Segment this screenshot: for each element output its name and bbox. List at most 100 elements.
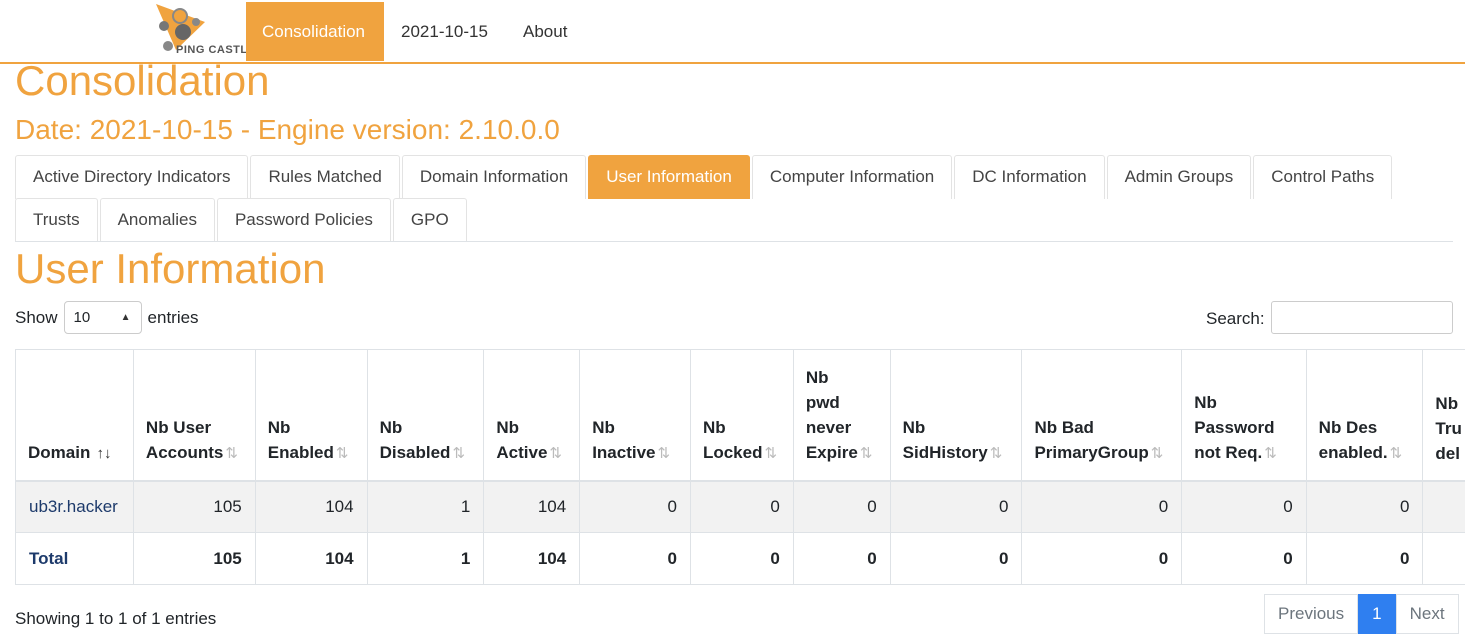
column-header-label: not Req. xyxy=(1194,442,1263,462)
column-header[interactable]: Nb Locked ⇅ xyxy=(689,349,794,482)
tab-trusts[interactable]: Trusts xyxy=(15,198,98,242)
column-header[interactable]: Nb Disabled ⇅ xyxy=(366,349,485,482)
show-label: Show xyxy=(15,307,58,327)
column-header[interactable]: Nb pwd never Expire ⇅ xyxy=(792,349,891,482)
tabs-row-1: Active Directory Indicators Rules Matche… xyxy=(15,155,1394,199)
section-title: User Information xyxy=(15,245,326,292)
sort-icon[interactable]: ⇅ xyxy=(452,445,465,462)
show-entries-control: Show 10 ▲ entries xyxy=(15,301,199,334)
page-title: Consolidation xyxy=(15,57,270,104)
column-header-label: PrimaryGroup xyxy=(1034,442,1149,462)
column-header-label: Domain xyxy=(28,442,91,462)
next-page-button[interactable]: Next xyxy=(1395,594,1459,634)
column-header-label: Password xyxy=(1194,417,1275,437)
column-header-label: Nb xyxy=(702,417,726,437)
select-arrows-icon: ▲ xyxy=(120,312,131,323)
nav-date[interactable]: 2021-10-15 xyxy=(385,2,504,61)
table-cell: 1 xyxy=(366,532,485,585)
table-cell: 0 xyxy=(1181,480,1307,533)
column-header[interactable]: Nb User Accounts ⇅ xyxy=(132,349,256,482)
table-cell: Total xyxy=(15,532,134,585)
table-cell: 0 xyxy=(1021,532,1183,585)
column-header-label: Nb xyxy=(1435,393,1459,413)
sort-icon[interactable]: ⇅ xyxy=(764,445,777,462)
column-header[interactable]: Domain ↑↓ xyxy=(15,349,134,482)
sort-ascending-icon[interactable]: ↑↓ xyxy=(92,445,112,462)
table-cell: 0 xyxy=(889,532,1023,585)
table-cell: 0 xyxy=(792,532,891,585)
domain-link[interactable]: ub3r.hacker xyxy=(29,497,118,516)
table-cell: 104 xyxy=(254,480,368,533)
tab-domain-information[interactable]: Domain Information xyxy=(401,155,587,199)
sort-icon[interactable]: ⇅ xyxy=(1390,445,1403,462)
sort-icon[interactable]: ⇅ xyxy=(1151,445,1164,462)
sort-icon[interactable]: ⇅ xyxy=(990,445,1003,462)
column-header-label: never xyxy=(805,417,852,437)
table-cell: 0 xyxy=(1305,532,1424,585)
page-subtitle: Date: 2021-10-15 - Engine version: 2.10.… xyxy=(15,114,560,145)
previous-page-button[interactable]: Previous xyxy=(1264,594,1359,634)
column-header-label: Disabled xyxy=(379,442,451,462)
column-header[interactable]: Nb Tru del xyxy=(1422,349,1465,482)
tab-active-directory-indicators[interactable]: Active Directory Indicators xyxy=(15,155,249,199)
tab-control-paths[interactable]: Control Paths xyxy=(1253,155,1393,199)
sort-icon[interactable]: ⇅ xyxy=(336,445,349,462)
sort-icon[interactable]: ⇅ xyxy=(225,445,238,462)
table-cell: 0 xyxy=(689,480,794,533)
nav-consolidation[interactable]: Consolidation xyxy=(246,2,384,61)
sort-icon[interactable]: ⇅ xyxy=(860,445,873,462)
column-header[interactable]: Nb SidHistory ⇅ xyxy=(889,349,1023,482)
user-information-table: Domain ↑↓ Nb User Accounts ⇅ Nb Enabled ⇅ Nb Dis… xyxy=(15,349,1465,585)
column-header-label: Nb xyxy=(267,417,291,437)
table-cell: 104 xyxy=(483,480,581,533)
total-label: Total xyxy=(29,548,69,568)
tab-password-policies[interactable]: Password Policies xyxy=(216,198,391,242)
tabs-divider xyxy=(15,241,1453,242)
column-header-label: Nb xyxy=(496,417,520,437)
column-header[interactable]: Nb Active ⇅ xyxy=(483,349,581,482)
column-header-label: Nb Bad xyxy=(1034,417,1094,437)
column-header-label: Nb xyxy=(379,417,403,437)
column-header-label: Nb xyxy=(902,417,926,437)
column-header-label: pwd xyxy=(805,392,840,412)
column-header[interactable]: Nb Enabled ⇅ xyxy=(254,349,368,482)
table-cell: 104 xyxy=(254,532,368,585)
table-cell: 0 xyxy=(1021,480,1183,533)
table-cell: 105 xyxy=(132,480,256,533)
sort-icon[interactable]: ⇅ xyxy=(658,445,671,462)
column-header-label: Nb xyxy=(805,367,829,387)
column-header[interactable]: Nb Password not Req. ⇅ xyxy=(1181,349,1307,482)
search-input[interactable] xyxy=(1271,301,1453,334)
table-cell: 105 xyxy=(132,532,256,585)
column-header[interactable]: Nb Bad PrimaryGroup ⇅ xyxy=(1021,349,1183,482)
sort-icon[interactable]: ⇅ xyxy=(549,445,562,462)
page-1-button[interactable]: 1 xyxy=(1358,594,1396,634)
table-cell xyxy=(1422,480,1465,533)
tab-gpo[interactable]: GPO xyxy=(392,198,467,242)
column-header-label: Accounts xyxy=(145,442,224,462)
tab-anomalies[interactable]: Anomalies xyxy=(99,198,215,242)
nav-about[interactable]: About xyxy=(507,2,583,61)
tab-rules-matched[interactable]: Rules Matched xyxy=(250,155,400,199)
column-header-label: del xyxy=(1435,443,1460,463)
tab-computer-information[interactable]: Computer Information xyxy=(751,155,953,199)
table-row: ub3r.hacker 105 104 1 104 0 0 0 0 0 0 0 xyxy=(15,480,1465,533)
top-navbar: PING CASTLE Consolidation 2021-10-15 Abo… xyxy=(0,0,1465,64)
table-total-row: Total 105 104 1 104 0 0 0 0 0 0 0 xyxy=(15,532,1465,585)
column-header-label: Nb Des xyxy=(1318,417,1378,437)
column-header-label: Expire xyxy=(805,442,858,462)
tabs-row-2: Trusts Anomalies Password Policies GPO xyxy=(15,198,469,242)
table-cell: 0 xyxy=(1181,532,1307,585)
tab-admin-groups[interactable]: Admin Groups xyxy=(1106,155,1252,199)
table-cell: 0 xyxy=(792,480,891,533)
column-header-label: Locked xyxy=(702,442,763,462)
entries-select[interactable]: 10 ▲ xyxy=(63,301,142,334)
column-header[interactable]: Nb Des enabled. ⇅ xyxy=(1305,349,1424,482)
logo-text: PING CASTLE xyxy=(176,44,256,56)
tab-user-information[interactable]: User Information xyxy=(588,155,750,199)
column-header-label: Tru xyxy=(1435,418,1462,438)
sort-icon[interactable]: ⇅ xyxy=(1264,445,1277,462)
column-header[interactable]: Nb Inactive ⇅ xyxy=(579,349,691,482)
tab-dc-information[interactable]: DC Information xyxy=(954,155,1105,199)
column-header-label: Enabled xyxy=(267,442,334,462)
